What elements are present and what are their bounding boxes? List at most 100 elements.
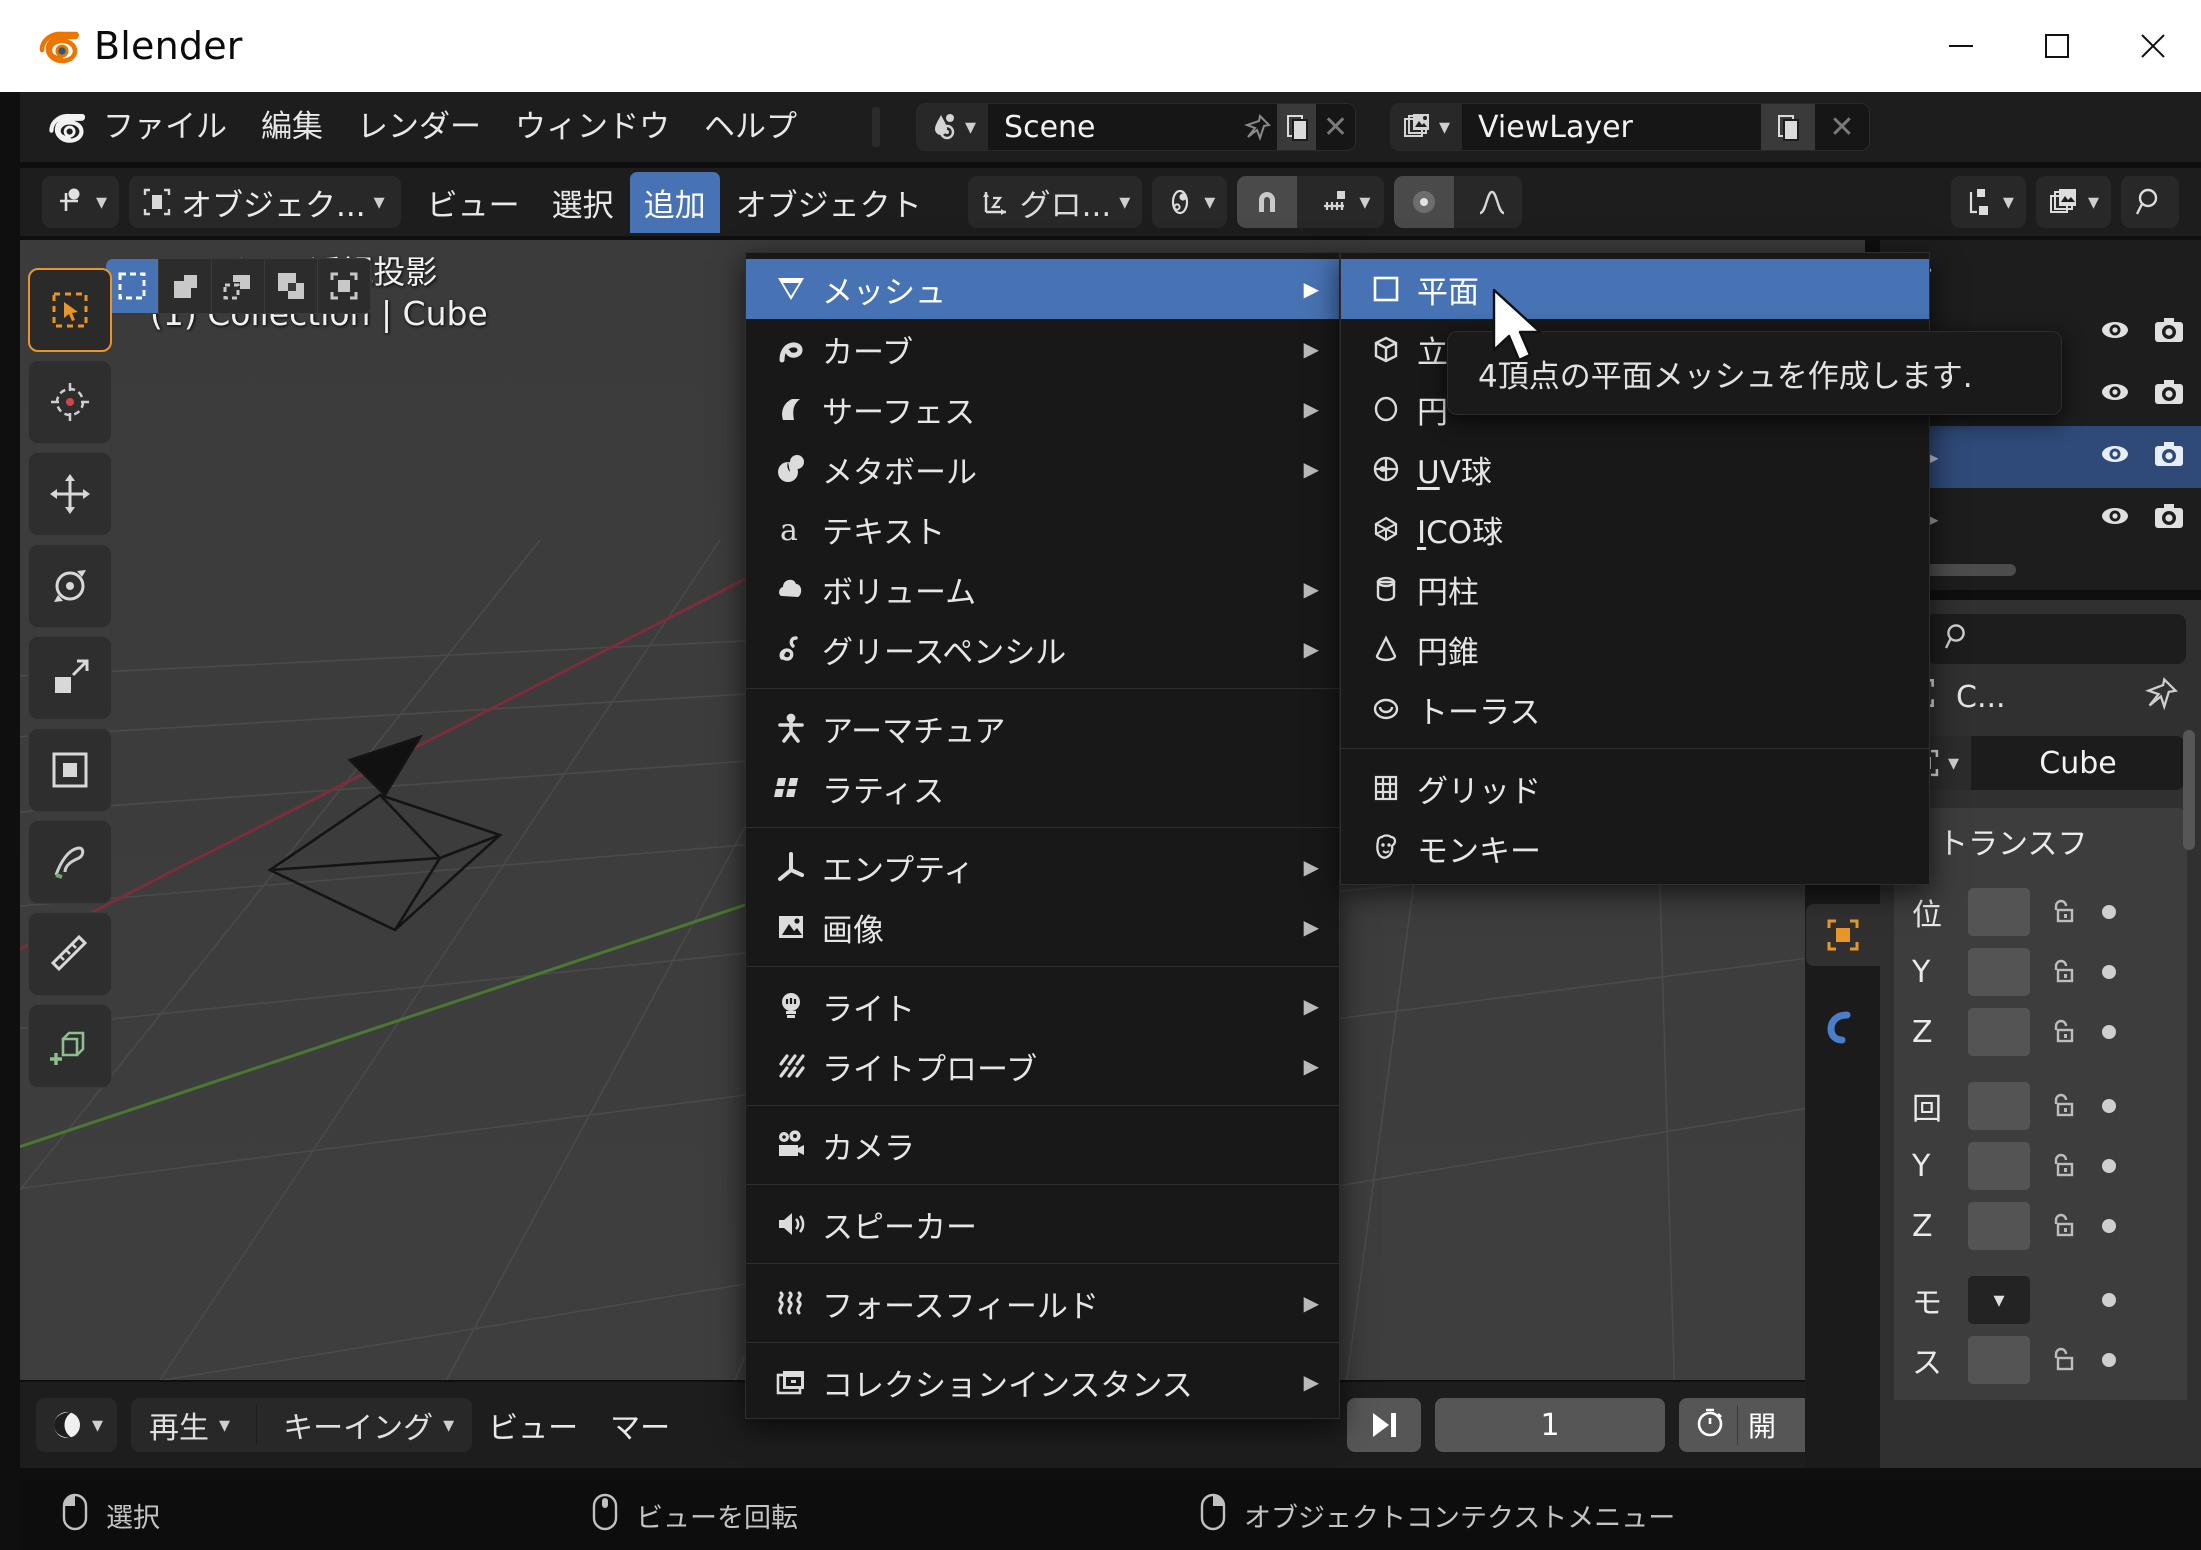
circle-select-icon[interactable] bbox=[212, 259, 265, 313]
rotation-y-field[interactable] bbox=[1968, 1142, 2030, 1190]
animate-dot[interactable] bbox=[2092, 1099, 2126, 1113]
new-scene-icon[interactable] bbox=[1277, 104, 1317, 150]
pivot-point-selector[interactable]: ▾ bbox=[1152, 176, 1228, 228]
cursor-tool[interactable] bbox=[28, 360, 112, 444]
select-box-tool[interactable] bbox=[28, 268, 112, 352]
transform-tool[interactable] bbox=[28, 728, 112, 812]
transform-row-rotation-z[interactable]: Z bbox=[1894, 1196, 2187, 1256]
add-menu-item-grease-pencil[interactable]: グリースペンシル ▶ bbox=[746, 619, 1339, 679]
minimize-button[interactable] bbox=[1913, 0, 2009, 92]
proportional-edit-icon[interactable] bbox=[1394, 176, 1455, 228]
viewlayer-icon[interactable]: ▾ bbox=[1391, 104, 1463, 150]
modifiers-tab-icon[interactable] bbox=[1812, 996, 1874, 1058]
add-menu-item-volume[interactable]: ボリューム ▶ bbox=[746, 559, 1339, 619]
unlock-icon[interactable] bbox=[2030, 1016, 2092, 1048]
transform-row-location-y[interactable]: Y bbox=[1894, 942, 2187, 1002]
add-menu-item-lattice[interactable]: ラティス bbox=[746, 758, 1339, 818]
timeline-editor-icon[interactable]: ▾ bbox=[36, 1398, 118, 1452]
animate-dot[interactable] bbox=[2092, 1159, 2126, 1173]
camera-icon[interactable] bbox=[2153, 376, 2185, 415]
move-tool[interactable] bbox=[28, 452, 112, 536]
eye-icon[interactable] bbox=[2099, 314, 2131, 353]
interaction-mode-selector[interactable]: オブジェク... ▾ bbox=[129, 176, 401, 228]
snap-target-icon[interactable]: ▾ bbox=[1305, 176, 1384, 228]
transform-row-rotation-y[interactable]: Y bbox=[1894, 1136, 2187, 1196]
current-frame-field[interactable]: 1 bbox=[1435, 1398, 1665, 1452]
jump-to-end-icon[interactable] bbox=[1347, 1398, 1421, 1452]
viewport-shading-selector[interactable]: ▾ bbox=[2035, 176, 2111, 228]
unlock-icon[interactable] bbox=[2030, 896, 2092, 928]
new-viewlayer-icon[interactable] bbox=[1761, 104, 1815, 150]
add-cube-tool[interactable] bbox=[28, 1004, 112, 1088]
viewport-search-button[interactable] bbox=[2121, 176, 2179, 228]
add-menu-item-camera[interactable]: カメラ bbox=[746, 1115, 1339, 1175]
auto-keying-icon[interactable] bbox=[1693, 1405, 1727, 1446]
show-gizmo-selector[interactable]: ▾ bbox=[1950, 176, 2026, 228]
topbar-menu-render[interactable]: レンダー bbox=[340, 92, 498, 162]
eye-icon[interactable] bbox=[2099, 376, 2131, 415]
animate-dot[interactable] bbox=[2092, 965, 2126, 979]
animate-dot[interactable] bbox=[2092, 1219, 2126, 1233]
lasso-select-icon[interactable] bbox=[265, 259, 318, 313]
scale-x-field[interactable] bbox=[1968, 1336, 2030, 1384]
camera-icon[interactable] bbox=[2153, 438, 2185, 477]
add-menu-item-surface[interactable]: サーフェス ▶ bbox=[746, 379, 1339, 439]
start-frame-label[interactable]: 開 bbox=[1748, 1405, 1776, 1445]
topbar-menu-window[interactable]: ウィンドウ bbox=[498, 92, 687, 162]
topbar-menu-edit[interactable]: 編集 bbox=[244, 92, 340, 162]
rotation-mode-dropdown[interactable]: ▾ bbox=[1968, 1276, 2030, 1324]
box-select-icon[interactable] bbox=[159, 259, 212, 313]
transform-row-rotation-x[interactable]: 回 bbox=[1894, 1076, 2187, 1136]
object-tab-icon[interactable] bbox=[1805, 904, 1880, 966]
pin-icon[interactable] bbox=[2145, 676, 2179, 718]
mesh-menu-item-monkey[interactable]: モンキー bbox=[1341, 818, 1929, 878]
editor-type-icon[interactable]: ▾ bbox=[42, 176, 120, 228]
add-menu-item-empty[interactable]: エンプティ ▶ bbox=[746, 837, 1339, 897]
viewport-menu-select[interactable]: 選択 bbox=[536, 180, 630, 225]
camera-icon[interactable] bbox=[2153, 314, 2185, 353]
timeline-menu-keying[interactable]: キーイング ▾ bbox=[265, 1398, 472, 1452]
mesh-menu-item-plane[interactable]: 平面 bbox=[1341, 259, 1929, 319]
rotation-x-field[interactable] bbox=[1968, 1082, 2030, 1130]
measure-tool[interactable] bbox=[28, 912, 112, 996]
eye-icon[interactable] bbox=[2099, 500, 2131, 539]
add-menu-item-image[interactable]: 画像 ▶ bbox=[746, 897, 1339, 957]
add-menu-item-armature[interactable]: アーマチュア bbox=[746, 698, 1339, 758]
mesh-menu-item-cone[interactable]: 円錐 bbox=[1341, 619, 1929, 679]
animate-dot[interactable] bbox=[2092, 1353, 2126, 1367]
camera-icon[interactable] bbox=[2153, 500, 2185, 539]
mesh-menu-item-torus[interactable]: トーラス bbox=[1341, 679, 1929, 739]
add-menu-item-curve[interactable]: カーブ ▶ bbox=[746, 319, 1339, 379]
transform-row-scale-x[interactable]: ス bbox=[1894, 1330, 2187, 1390]
viewport-menu-object[interactable]: オブジェクト bbox=[720, 180, 938, 225]
tweak-select-icon[interactable] bbox=[106, 259, 159, 313]
properties-search-input[interactable] bbox=[1926, 614, 2186, 664]
close-button[interactable] bbox=[2105, 0, 2201, 92]
add-menu-item-light-probe[interactable]: ライトプローブ ▶ bbox=[746, 1036, 1339, 1096]
timeline-menu-view[interactable]: ビュー bbox=[472, 1403, 594, 1447]
animate-dot[interactable] bbox=[2092, 1025, 2126, 1039]
transform-panel-header[interactable]: ▾ トランスフ bbox=[1894, 808, 2187, 874]
viewport-menu-view[interactable]: ビュー bbox=[411, 180, 536, 225]
timeline-menu-playback[interactable]: 再生 ▾ bbox=[131, 1398, 248, 1452]
topbar-menu-help[interactable]: ヘルプ bbox=[687, 92, 814, 162]
scene-name[interactable]: Scene bbox=[988, 104, 1239, 150]
pin-icon[interactable] bbox=[1238, 104, 1277, 150]
mesh-menu-item-cylinder[interactable]: 円柱 bbox=[1341, 559, 1929, 619]
scene-icon[interactable]: ▾ bbox=[917, 104, 989, 150]
topbar-menu-file[interactable]: ファイル bbox=[86, 92, 244, 162]
select-all-icon[interactable] bbox=[318, 259, 371, 313]
add-menu-item-text[interactable]: a テキスト bbox=[746, 499, 1339, 559]
add-menu-item-force-field[interactable]: フォースフィールド ▶ bbox=[746, 1273, 1339, 1333]
add-menu-item-speaker[interactable]: スピーカー bbox=[746, 1194, 1339, 1254]
animate-dot[interactable] bbox=[2092, 1293, 2126, 1307]
scale-tool[interactable] bbox=[28, 636, 112, 720]
rotation-z-field[interactable] bbox=[1968, 1202, 2030, 1250]
eye-icon[interactable] bbox=[2099, 438, 2131, 477]
mesh-menu-item-grid[interactable]: グリッド bbox=[1341, 758, 1929, 818]
unlock-icon[interactable] bbox=[2030, 1210, 2092, 1242]
blender-menu-icon[interactable] bbox=[46, 107, 86, 147]
scene-selector[interactable]: ▾ Scene ✕ bbox=[916, 103, 1356, 151]
location-z-field[interactable] bbox=[1968, 1008, 2030, 1056]
object-name-value[interactable]: Cube bbox=[1971, 736, 2185, 790]
